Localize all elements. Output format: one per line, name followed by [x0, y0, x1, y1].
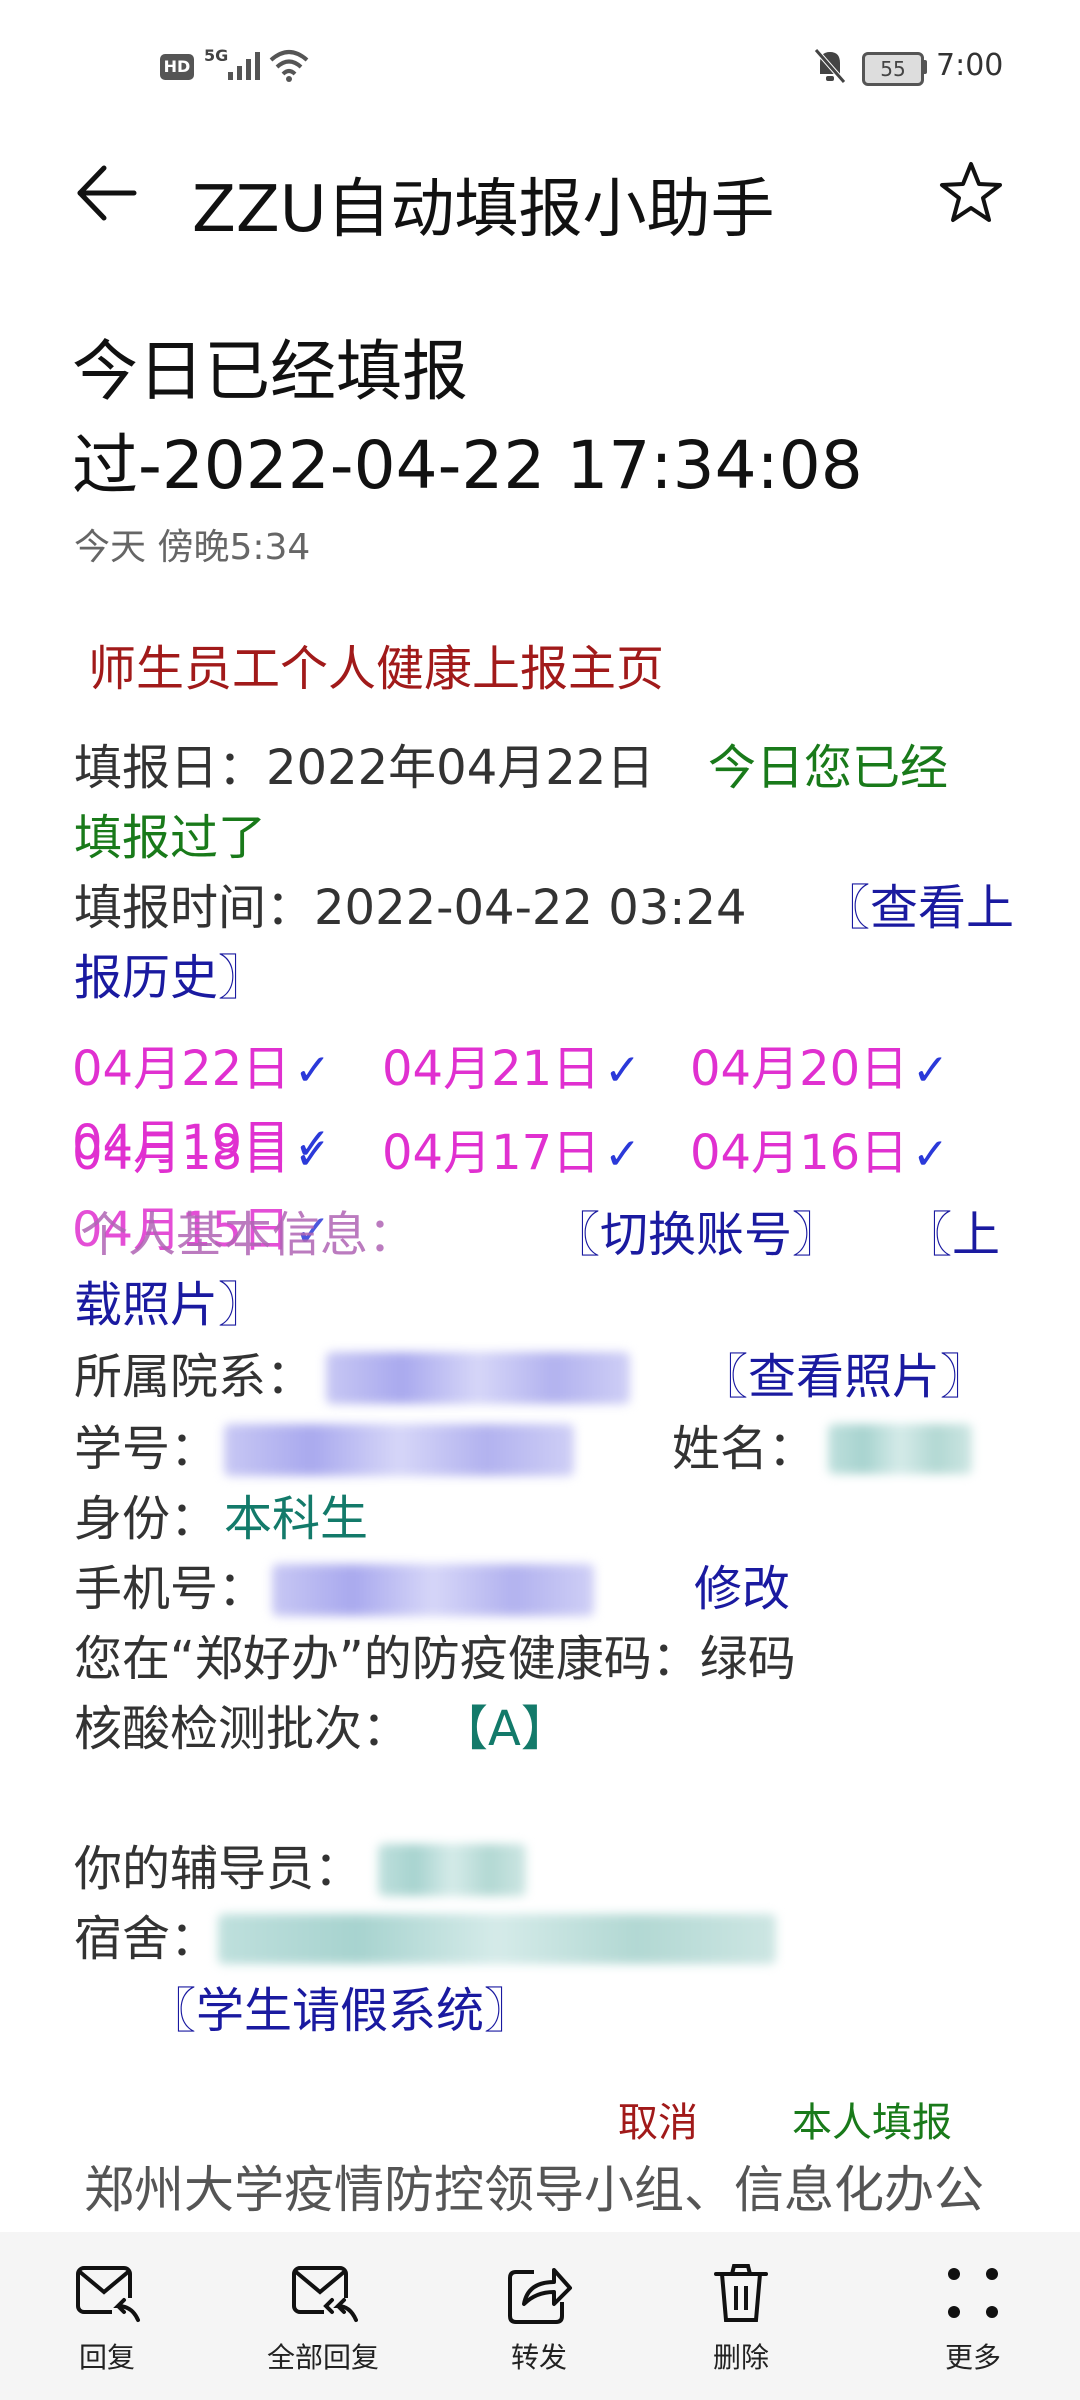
more-button[interactable]: 更多	[898, 2232, 1048, 2376]
history-date-item[interactable]: 04月22日✓	[72, 1034, 331, 1106]
history-link-2[interactable]: 报历史〗	[74, 943, 266, 1013]
student-id-label: 学号：	[74, 1421, 219, 1477]
personal-info-label: 个人基本信息：	[80, 1207, 417, 1263]
upload-photo-link-1[interactable]: 〖上	[904, 1200, 1000, 1270]
reply-all-button[interactable]: 全部回复	[248, 2232, 398, 2376]
self-report-button[interactable]: 本人填报	[792, 2090, 952, 2148]
forward-button[interactable]: 转发	[464, 2232, 614, 2376]
history-date-item[interactable]: 04月18日✓	[72, 1118, 331, 1190]
already-reported-text-1: 今日您已经	[708, 740, 949, 796]
name-label: 姓名：	[672, 1421, 817, 1477]
health-code-row: 您在“郑好办”的防疫健康码：绿码	[74, 1624, 796, 1694]
upload-photo-link-2[interactable]: 载照片〗	[74, 1270, 266, 1340]
bottom-toolbar: 回复 全部回复 转发 删除 更多	[0, 2232, 1080, 2400]
battery-icon: 55	[862, 52, 924, 86]
already-reported-text-2: 填报过了	[74, 810, 267, 866]
department-value-redacted	[326, 1352, 630, 1404]
report-time-row: 填报时间：2022-04-22 03:24	[74, 873, 747, 943]
dorm-label: 宿舍：	[74, 1911, 219, 1967]
history-date-item[interactable]: 04月21日✓	[382, 1034, 641, 1106]
report-date-row: 填报日：2022年04月22日	[74, 733, 654, 803]
dorm-redacted	[218, 1914, 776, 1964]
cancel-button[interactable]: 取消	[618, 2090, 698, 2148]
identity-value: 本科生	[224, 1491, 369, 1547]
subject-line-2: 过-2022-04-22 17:34:08	[72, 427, 863, 504]
message-subject: 今日已经填报 过-2022-04-22 17:34:08	[72, 325, 1022, 513]
name-redacted	[828, 1424, 972, 1474]
health-code-value: 绿码	[699, 1631, 796, 1687]
clock: 7:00	[936, 48, 1004, 83]
phone-label: 手机号：	[74, 1561, 267, 1617]
trash-icon	[714, 2264, 768, 2322]
history-link-1[interactable]: 〖查看上	[822, 873, 1014, 943]
report-time-value: 2022-04-22 03:24	[314, 880, 747, 936]
report-time-label: 填报时间：	[74, 880, 315, 936]
modify-link[interactable]: 修改	[694, 1554, 790, 1624]
view-photo-link[interactable]: 〖查看照片〗	[700, 1342, 988, 1412]
body-page-title: 师生员工个人健康上报主页	[88, 641, 665, 697]
report-date-label: 填报日：	[74, 740, 267, 796]
nucleic-label: 核酸检测批次：	[74, 1701, 411, 1757]
student-id-redacted	[224, 1424, 574, 1476]
hd-icon: HD	[160, 54, 194, 80]
history-date-item[interactable]: 04月20日✓	[690, 1034, 949, 1106]
delete-button[interactable]: 删除	[666, 2232, 816, 2376]
back-arrow-icon[interactable]	[74, 160, 140, 226]
subject-line-1: 今日已经填报	[72, 333, 468, 410]
star-icon[interactable]	[938, 160, 1004, 226]
forward-icon	[508, 2268, 572, 2324]
health-code-label: 您在“郑好办”的防疫健康码：	[74, 1631, 700, 1687]
switch-account-link[interactable]: 〖切换账号〗	[552, 1200, 840, 1270]
battery-tip	[922, 60, 927, 74]
bell-muted-icon	[814, 48, 846, 84]
leave-system-link[interactable]: 〖学生请假系统〗	[148, 1976, 532, 2046]
history-date-item[interactable]: 04月17日✓	[382, 1118, 641, 1190]
reply-all-icon	[292, 2266, 358, 2328]
reply-icon	[76, 2266, 142, 2328]
history-date-item[interactable]: 04月16日✓	[690, 1118, 949, 1190]
counselor-label: 你的辅导员：	[74, 1841, 363, 1897]
received-time: 今天 傍晚5:34	[74, 527, 311, 568]
reply-button[interactable]: 回复	[32, 2232, 182, 2376]
wifi-icon	[269, 50, 309, 82]
more-dots-icon	[948, 2268, 998, 2318]
status-bar: HD 5G 55 7:00	[0, 0, 1080, 130]
footer-signature: 郑州大学疫情防控领导小组、信息化办公	[84, 2161, 984, 2219]
counselor-redacted	[378, 1844, 526, 1896]
phone-redacted	[272, 1564, 594, 1616]
identity-label: 身份：	[74, 1491, 219, 1547]
page-title: ZZU自动填报小助手	[192, 173, 775, 247]
nucleic-value: 【A】	[440, 1701, 569, 1757]
report-date-value: 2022年04月22日	[266, 740, 655, 796]
department-label: 所属院系：	[74, 1349, 315, 1405]
